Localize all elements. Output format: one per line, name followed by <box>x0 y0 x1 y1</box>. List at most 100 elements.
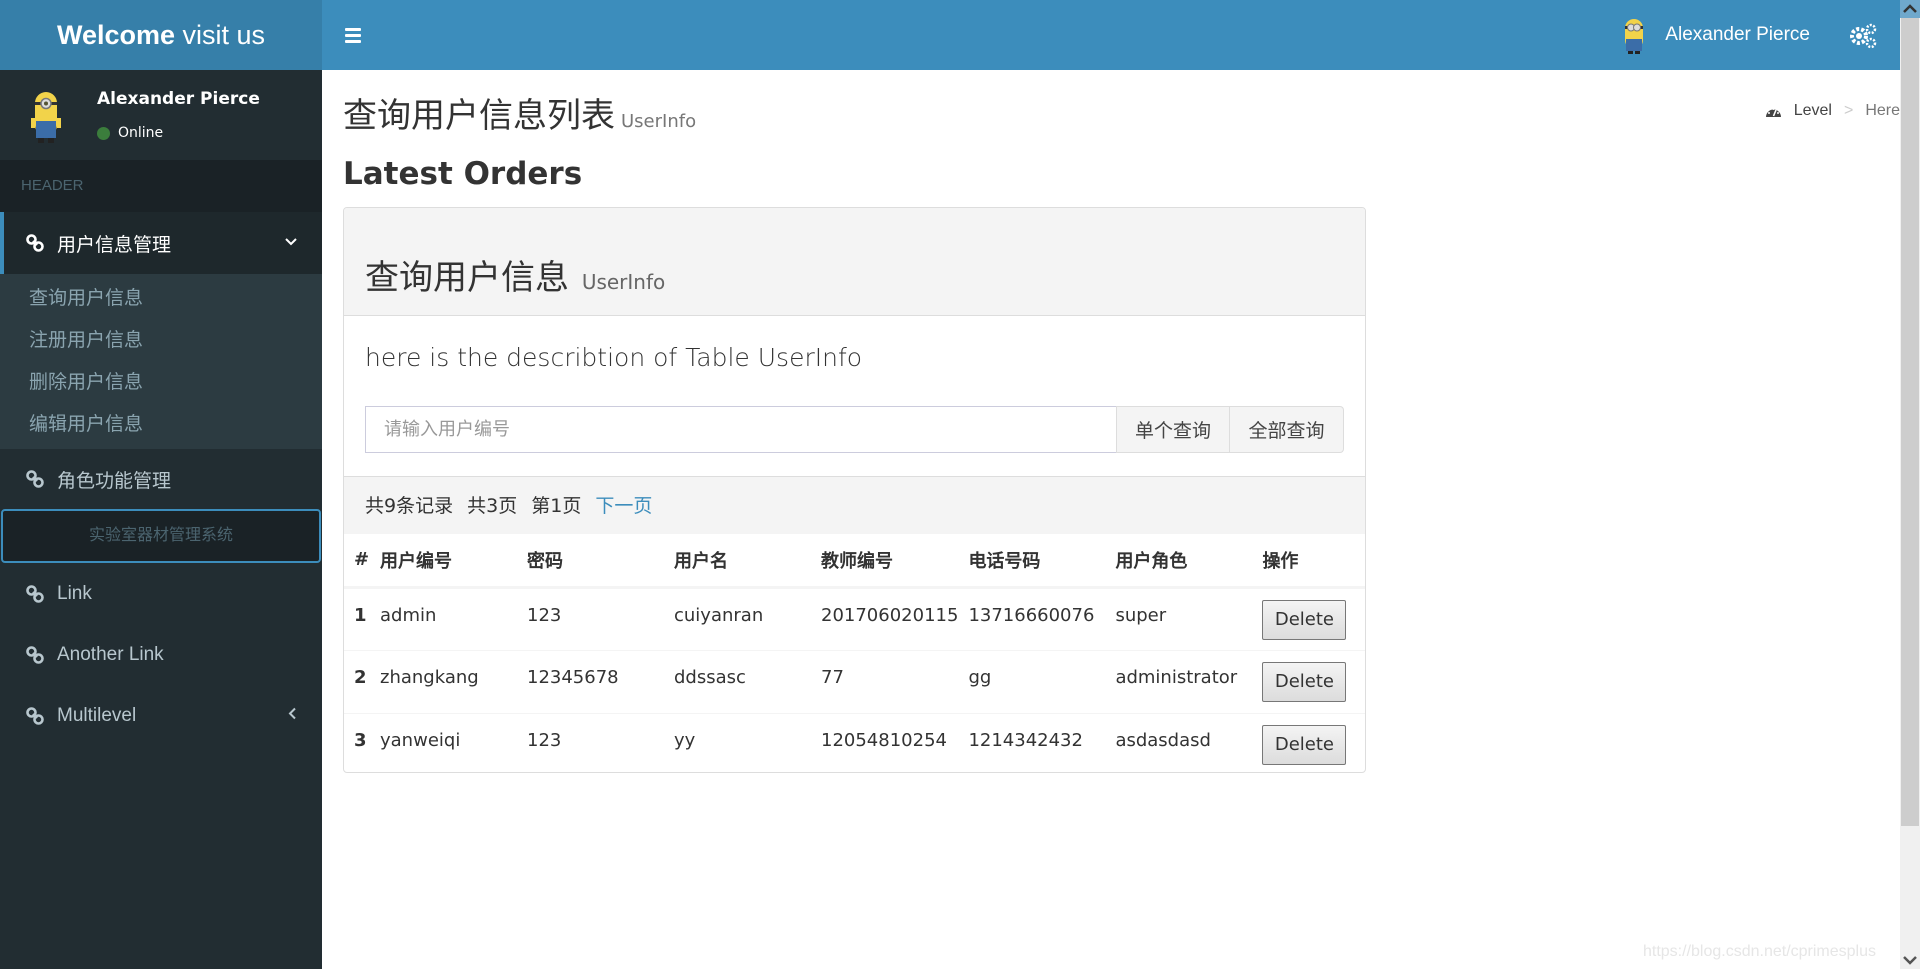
sidebar-item-label: Multilevel <box>57 704 137 726</box>
avatar <box>31 92 61 143</box>
total-pages: 共3页 <box>467 495 518 517</box>
table-row: 1 admin 123 cuiyanran 201706020115 13716… <box>344 586 1365 650</box>
top-navbar: Welcome visit us Alexander Pierce <box>0 0 1900 70</box>
chevron-left-icon <box>288 706 298 725</box>
link-icon <box>26 706 44 725</box>
user-info-box: 查询用户信息 UserInfo here is the describtion … <box>343 207 1366 773</box>
submenu-item-delete-user[interactable]: 删除用户信息 <box>0 362 322 404</box>
gears-icon[interactable] <box>1848 20 1878 50</box>
table-row: 2 zhangkang 12345678 ddssasc 77 gg admin… <box>344 649 1365 713</box>
box-header: 查询用户信息 UserInfo <box>344 208 1365 316</box>
dashboard-icon <box>1765 107 1781 117</box>
scroll-up-button[interactable] <box>1900 0 1920 18</box>
cell-teacher-id: 201706020115 <box>811 586 959 650</box>
chevron-down-icon <box>284 234 298 252</box>
cell-password: 123 <box>517 712 664 772</box>
breadcrumb-here: Here <box>1865 102 1900 119</box>
cell-index: 3 <box>344 712 370 772</box>
online-dot-icon <box>97 126 110 140</box>
chevron-down-icon <box>1903 956 1917 965</box>
user-name: Alexander Pierce <box>97 89 260 109</box>
cell-teacher-id: 77 <box>811 649 959 713</box>
column-header-role: 用户角色 <box>1105 534 1253 589</box>
user-panel: Alexander Pierce Online <box>0 70 322 160</box>
logo-bold-text: Welcome <box>56 20 175 50</box>
cell-username: cuiyanran <box>664 586 811 650</box>
main-content: 查询用户信息列表 UserInfo Level > Here Latest Ord… <box>322 70 1900 969</box>
logo[interactable]: Welcome visit us <box>0 0 322 70</box>
cell-index: 2 <box>344 649 370 713</box>
cell-username: yy <box>664 712 811 772</box>
all-query-button[interactable]: 全部查询 <box>1230 406 1344 453</box>
user-id-search-input[interactable] <box>365 406 1116 453</box>
user-table: # 用户编号 密码 用户名 教师编号 电话号码 用户角色 操作 1 admin … <box>344 534 1365 772</box>
link-icon <box>26 584 44 603</box>
sidebar-item-another-link[interactable]: Another Link <box>0 624 322 685</box>
section-title: Latest Orders <box>343 156 583 192</box>
sidebar-toggle-button[interactable] <box>336 18 370 52</box>
user-menu[interactable]: Alexander Pierce <box>1619 0 1810 70</box>
sidebar-item-label: 角色功能管理 <box>57 470 172 492</box>
box-title: 查询用户信息 UserInfo <box>365 250 665 299</box>
sidebar: Alexander Pierce Online HEADER 用户信息管理 查询… <box>0 70 322 969</box>
submenu-item-query-user[interactable]: 查询用户信息 <box>0 278 322 320</box>
submenu: 查询用户信息 注册用户信息 删除用户信息 编辑用户信息 <box>0 274 322 449</box>
table-header-row: # 用户编号 密码 用户名 教师编号 电话号码 用户角色 操作 <box>344 534 1365 589</box>
sidebar-item-label: Link <box>57 582 92 604</box>
submenu-item-register-user[interactable]: 注册用户信息 <box>0 320 322 362</box>
status-text: Online <box>118 125 164 141</box>
sidebar-item-label: Another Link <box>57 643 164 665</box>
link-icon <box>26 470 44 488</box>
cell-teacher-id: 12054810254 <box>811 712 959 772</box>
sidebar-item-user-info-management[interactable]: 用户信息管理 <box>0 212 322 274</box>
column-header-index: # <box>344 534 370 589</box>
cell-action: Delete <box>1252 712 1365 772</box>
sidebar-search-box[interactable]: 实验室器材管理系统 <box>1 509 321 563</box>
sidebar-item-label: 用户信息管理 <box>57 234 172 256</box>
cell-password: 12345678 <box>517 649 664 713</box>
column-header-phone: 电话号码 <box>958 534 1106 589</box>
link-icon <box>26 645 44 664</box>
breadcrumb-separator: > <box>1843 102 1854 119</box>
cell-password: 123 <box>517 586 664 650</box>
delete-button[interactable]: Delete <box>1262 661 1347 702</box>
page-title-text: 查询用户信息列表 <box>343 96 615 136</box>
scroll-down-button[interactable] <box>1900 951 1920 969</box>
next-page-link[interactable]: 下一页 <box>595 495 652 517</box>
delete-button[interactable]: Delete <box>1262 599 1347 640</box>
link-icon <box>26 234 44 252</box>
delete-button[interactable]: Delete <box>1262 724 1347 765</box>
hamburger-icon <box>336 18 370 43</box>
breadcrumb: Level > Here <box>1765 102 1900 120</box>
breadcrumb-level[interactable]: Level <box>1794 102 1832 120</box>
scroll-thumb[interactable] <box>1901 18 1919 826</box>
column-header-action: 操作 <box>1252 534 1365 589</box>
column-header-username: 用户名 <box>664 534 811 589</box>
box-title-small: UserInfo <box>581 270 666 294</box>
table-row: 3 yanweiqi 123 yy 12054810254 1214342432… <box>344 712 1365 772</box>
page-title: 查询用户信息列表 UserInfo <box>343 88 696 137</box>
sidebar-section-header: HEADER <box>0 160 322 212</box>
column-header-user-id: 用户编号 <box>370 534 517 589</box>
box-description: here is the describtion of Table UserInf… <box>365 343 863 372</box>
cell-role: administrator <box>1105 649 1253 713</box>
pagination-info: 共9条记录 共3页 第1页 下一页 <box>344 476 1365 534</box>
sidebar-item-link[interactable]: Link <box>0 563 322 624</box>
vertical-scrollbar[interactable] <box>1900 0 1920 969</box>
status-badge: Online <box>97 125 163 141</box>
cell-role: asdasdasd <box>1105 712 1253 772</box>
column-header-teacher-id: 教师编号 <box>811 534 959 589</box>
cell-index: 1 <box>344 586 370 650</box>
sidebar-item-multilevel[interactable]: Multilevel <box>0 685 322 746</box>
page-subtitle: UserInfo <box>621 111 697 132</box>
cell-phone: gg <box>958 649 1106 713</box>
avatar <box>1625 19 1644 54</box>
user-name: Alexander Pierce <box>1665 24 1810 45</box>
cell-username: ddssasc <box>664 649 811 713</box>
single-query-button[interactable]: 单个查询 <box>1116 406 1230 453</box>
cell-phone: 1214342432 <box>958 712 1106 772</box>
submenu-item-edit-user[interactable]: 编辑用户信息 <box>0 404 322 446</box>
column-header-password: 密码 <box>517 534 664 589</box>
cell-action: Delete <box>1252 649 1365 713</box>
sidebar-item-role-management[interactable]: 角色功能管理 <box>0 449 322 509</box>
